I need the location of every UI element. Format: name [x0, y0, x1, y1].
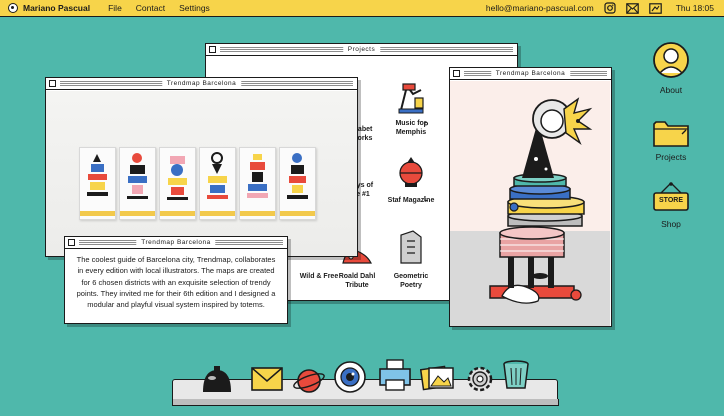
envelope-icon[interactable]	[250, 364, 284, 398]
gear-icon[interactable]	[464, 363, 498, 397]
menu-bar: Mariano Pascual File Contact Settings he…	[0, 0, 724, 17]
map-card	[279, 147, 316, 220]
window-title: Projects	[342, 44, 381, 55]
totem-illustration	[450, 81, 611, 326]
photos-icon[interactable]	[419, 362, 454, 396]
project-label: Geometric Poetry	[393, 273, 429, 289]
desktop-icon-projects[interactable]: Projects	[641, 118, 701, 162]
bomb-icon[interactable]	[200, 362, 234, 396]
trash-icon[interactable]	[500, 358, 534, 392]
map-card	[159, 147, 196, 220]
avatar-icon	[652, 41, 690, 81]
project-description: The coolest guide of Barcelona city, Tre…	[76, 255, 276, 310]
staf-magazine-icon	[393, 153, 429, 193]
trendmap-window[interactable]: Trendmap Barcelona	[45, 77, 358, 257]
logo-icon[interactable]	[8, 3, 18, 13]
map-card	[79, 147, 116, 220]
store-sign-icon: STORE	[651, 181, 691, 215]
email-link[interactable]: hello@mariano-pascual.com	[486, 3, 594, 13]
totem-window[interactable]: Trendmap Barcelona	[449, 67, 612, 327]
window-title: Trendmap Barcelona	[161, 78, 242, 89]
eye-icon[interactable]	[333, 359, 367, 393]
menubar-right: hello@mariano-pascual.com Thu 18:05	[476, 2, 714, 14]
monitor-icon[interactable]	[648, 2, 662, 14]
projects-titlebar[interactable]: Projects	[206, 44, 517, 56]
desktop-icon-about[interactable]: About	[641, 41, 701, 95]
window-title: Trendmap Barcelona	[490, 68, 571, 79]
menu-file[interactable]: File	[108, 3, 122, 13]
description-window[interactable]: Trendmap Barcelona The coolest guide of …	[64, 236, 288, 324]
music-for-memphis-icon	[393, 76, 429, 116]
store-sign-text: STORE	[659, 197, 683, 204]
project-label: P	[423, 122, 429, 129]
printer-icon[interactable]	[377, 358, 411, 392]
desktop-icon-label: Projects	[655, 152, 687, 162]
project-item[interactable]: P	[411, 121, 441, 130]
mail-icon[interactable]	[625, 2, 639, 14]
brand-name[interactable]: Mariano Pascual	[23, 3, 90, 13]
folder-icon	[652, 118, 690, 148]
totem-titlebar[interactable]: Trendmap Barcelona	[450, 68, 611, 80]
camera-icon[interactable]	[604, 2, 616, 14]
desktop-icon-label: About	[659, 85, 683, 95]
menu-settings[interactable]: Settings	[179, 3, 210, 13]
project-label: Roald Dahl Tribute	[338, 273, 376, 289]
window-title: Trendmap Barcelona	[136, 237, 216, 248]
trendmap-titlebar[interactable]: Trendmap Barcelona	[46, 78, 357, 90]
trendmap-photo	[46, 91, 357, 256]
map-card	[239, 147, 276, 220]
description-titlebar[interactable]: Trendmap Barcelona	[65, 237, 287, 249]
desktop-icon-shop[interactable]: STORE Shop	[641, 181, 701, 229]
close-button[interactable]	[49, 80, 56, 87]
map-card	[199, 147, 236, 220]
close-button[interactable]	[209, 46, 216, 53]
desktop-icon-label: Shop	[661, 219, 681, 229]
close-button[interactable]	[453, 70, 460, 77]
clock: Thu 18:05	[675, 3, 714, 13]
project-label: L	[423, 196, 429, 203]
project-item[interactable]: L	[411, 195, 441, 204]
project-item[interactable]: Geometric Poetry	[376, 229, 446, 290]
menu-contact[interactable]: Contact	[136, 3, 165, 13]
close-button[interactable]	[68, 239, 75, 246]
geometric-poetry-icon	[393, 229, 429, 269]
planet-icon[interactable]	[292, 362, 326, 396]
map-card	[119, 147, 156, 220]
